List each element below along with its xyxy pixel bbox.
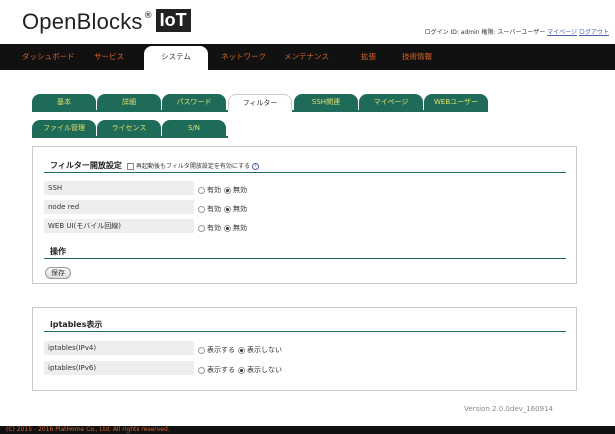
top-nav: ダッシュボード サービス システム ネットワーク メンテナンス 拡張 技術情報 bbox=[0, 44, 615, 70]
radio-label-disable: 無効 bbox=[233, 224, 247, 232]
persist-filter-option: 再起動後もフィルタ開放設定を有効にする ? bbox=[127, 161, 259, 170]
tab-filter[interactable]: フィルター bbox=[228, 94, 292, 110]
ssh-radio-group: 有効 無効 bbox=[198, 185, 250, 195]
web-ui-enable-radio[interactable] bbox=[198, 224, 205, 232]
section-divider bbox=[44, 172, 566, 173]
filter-section-title: フィルター開放設定 bbox=[50, 161, 122, 170]
persist-filter-checkbox[interactable] bbox=[127, 163, 134, 170]
radio-label-show: 表示する bbox=[207, 366, 235, 374]
section-divider bbox=[44, 258, 566, 259]
logo-text: OpenBlocks bbox=[22, 9, 143, 34]
tab-license[interactable]: ライセンス bbox=[97, 120, 161, 136]
tab-underline bbox=[292, 110, 488, 112]
copyright-text: (C) 2015 - 2016 PlatHome Co., Ltd. All r… bbox=[6, 426, 170, 433]
ssh-disable-radio[interactable] bbox=[224, 186, 231, 194]
node-red-enable-radio[interactable] bbox=[198, 205, 205, 213]
tab-basic[interactable]: 基本 bbox=[32, 94, 96, 110]
ipv6-radio-group: 表示する 表示しない bbox=[198, 365, 285, 375]
logo: OpenBlocks ® IoT bbox=[22, 9, 191, 35]
ipv6-show-radio[interactable] bbox=[198, 366, 205, 374]
radio-label-hide: 表示しない bbox=[247, 366, 282, 374]
ssh-enable-radio[interactable] bbox=[198, 186, 205, 194]
ipv4-show-radio[interactable] bbox=[198, 346, 205, 354]
login-info: ログイン ID: admin 権限: スーパーユーザー マイページ ログアウト bbox=[425, 27, 609, 36]
login-text: ログイン ID: admin 権限: スーパーユーザー bbox=[424, 29, 546, 36]
logout-link[interactable]: ログアウト bbox=[579, 29, 609, 36]
persist-filter-label: 再起動後もフィルタ開放設定を有効にする bbox=[136, 163, 250, 170]
radio-label-hide: 表示しない bbox=[247, 346, 282, 354]
radio-label-show: 表示する bbox=[207, 346, 235, 354]
ipv4-radio-group: 表示する 表示しない bbox=[198, 345, 285, 355]
row-label-iptables-ipv6: iptables(IPv6) bbox=[44, 361, 194, 375]
radio-label-disable: 無効 bbox=[233, 205, 247, 213]
node-red-radio-group: 有効 無効 bbox=[198, 204, 250, 214]
tab-password[interactable]: パスワード bbox=[162, 94, 226, 110]
ipv6-hide-radio[interactable] bbox=[238, 366, 245, 374]
web-ui-disable-radio[interactable] bbox=[224, 224, 231, 232]
logo-registered-mark: ® bbox=[143, 11, 153, 21]
row-label-ssh: SSH bbox=[44, 181, 194, 195]
header: OpenBlocks ® IoT ログイン ID: admin 権限: スーパー… bbox=[0, 0, 615, 44]
radio-label-enable: 有効 bbox=[207, 205, 221, 213]
tab-ssh[interactable]: SSH関連 bbox=[294, 94, 358, 110]
operation-title: 操作 bbox=[50, 247, 66, 256]
version-text: Version 2.0.0dev_160914 bbox=[464, 405, 553, 413]
footer: (C) 2015 - 2016 PlatHome Co., Ltd. All r… bbox=[0, 426, 615, 434]
save-button[interactable]: 保存 bbox=[45, 267, 71, 279]
row-label-web-ui: WEB UI(モバイル回線) bbox=[44, 219, 194, 233]
row-label-iptables-ipv4: iptables(IPv4) bbox=[44, 341, 194, 355]
tab-file-management[interactable]: ファイル管理 bbox=[32, 120, 96, 136]
nav-item-service[interactable]: サービス bbox=[94, 51, 124, 62]
nav-item-network[interactable]: ネットワーク bbox=[221, 51, 266, 62]
help-icon[interactable]: ? bbox=[251, 163, 259, 170]
nav-item-tech-info[interactable]: 技術情報 bbox=[402, 51, 432, 62]
tab-detail[interactable]: 詳細 bbox=[97, 94, 161, 110]
ipv4-hide-radio[interactable] bbox=[238, 346, 245, 354]
iptables-section-title: iptables表示 bbox=[50, 320, 103, 329]
tab-web-user[interactable]: WEBユーザー bbox=[424, 94, 488, 110]
logo-iot-badge: IoT bbox=[155, 9, 191, 32]
row-label-node-red: node red bbox=[44, 200, 194, 214]
mypage-link[interactable]: マイページ bbox=[547, 29, 577, 36]
tab-mypage[interactable]: マイページ bbox=[359, 94, 423, 110]
section-divider bbox=[44, 331, 566, 332]
node-red-disable-radio[interactable] bbox=[224, 205, 231, 213]
nav-item-dashboard[interactable]: ダッシュボード bbox=[22, 51, 75, 62]
web-ui-radio-group: 有効 無効 bbox=[198, 223, 250, 233]
tab-sn[interactable]: S/N bbox=[162, 120, 226, 136]
tab-underline bbox=[32, 110, 228, 112]
radio-label-enable: 有効 bbox=[207, 224, 221, 232]
nav-item-system[interactable]: システム bbox=[144, 46, 208, 70]
radio-label-disable: 無効 bbox=[233, 186, 247, 194]
radio-label-enable: 有効 bbox=[207, 186, 221, 194]
tab-underline bbox=[32, 136, 228, 138]
nav-item-maintenance[interactable]: メンテナンス bbox=[284, 51, 329, 62]
nav-item-extension[interactable]: 拡張 bbox=[361, 51, 376, 62]
